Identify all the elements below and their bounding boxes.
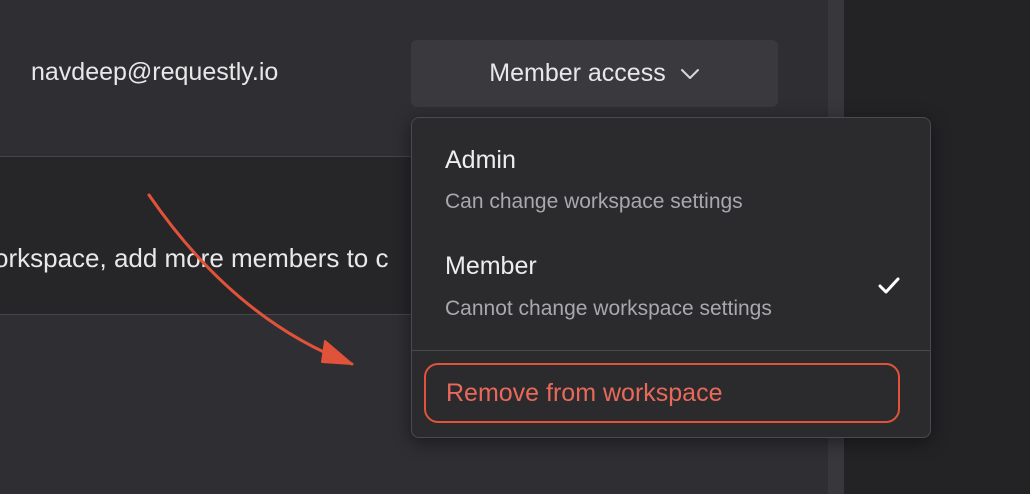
member-access-label: Member access [489,59,666,87]
menu-option-admin[interactable]: Admin Can change workspace settings [412,118,930,222]
remove-from-workspace-button[interactable]: Remove from workspace [424,363,900,423]
banner-text: orkspace, add more members to c [0,243,389,273]
member-email: navdeep@requestly.io [31,58,279,86]
option-title: Member [445,252,537,280]
access-dropdown-menu: Admin Can change workspace settings Memb… [411,117,931,438]
member-access-dropdown-button[interactable]: Member access [411,40,778,107]
check-icon [877,276,901,301]
menu-option-member[interactable]: Member Cannot change workspace settings [412,226,930,350]
menu-divider [412,350,930,351]
chevron-down-icon [680,68,700,80]
option-description: Can change workspace settings [445,190,743,213]
option-title: Admin [445,146,516,174]
option-description: Cannot change workspace settings [445,297,772,320]
remove-label: Remove from workspace [446,379,723,407]
